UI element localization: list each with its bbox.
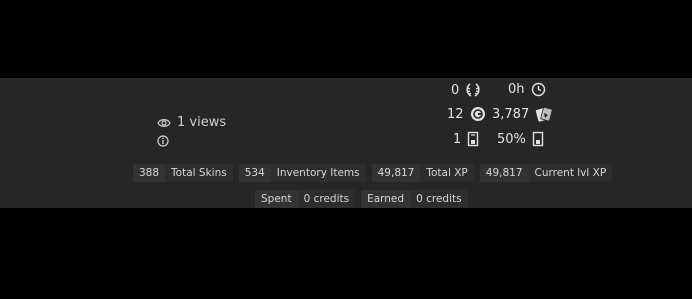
eye-icon <box>157 118 171 128</box>
total-xp-chip: 49,817 Total XP <box>371 164 474 182</box>
coin-icon <box>470 106 486 122</box>
spent-credits-chip: Spent 0 credits <box>255 190 356 208</box>
chip-value: 49,817 <box>371 164 421 182</box>
current-lvl-xp-chip: 49,817 Current lvl XP <box>479 164 613 182</box>
door-stat: 1 <box>453 131 479 147</box>
cards-icon <box>535 106 553 122</box>
chip-value: 49,817 <box>479 164 529 182</box>
info-icon[interactable] <box>157 135 169 147</box>
total-skins-chip: 388 Total Skins <box>133 164 233 182</box>
credits-chips: Spent 0 credits Earned 0 credits <box>255 190 468 208</box>
chip-value: 388 <box>133 164 166 182</box>
profile-stats-panel <box>0 78 692 208</box>
door-percent-stat: 50% <box>497 131 544 147</box>
door-percent-value: 50% <box>497 131 526 147</box>
chip-label: Inventory Items <box>270 164 366 182</box>
clock-icon <box>531 82 546 97</box>
chip-label: Earned <box>361 190 411 208</box>
door-icon <box>532 131 544 147</box>
chip-label: Total Skins <box>165 164 233 182</box>
chip-value: 534 <box>238 164 271 182</box>
chip-label: Total XP <box>420 164 474 182</box>
earned-credits-chip: Earned 0 credits <box>361 190 468 208</box>
laurel-icon <box>465 82 481 98</box>
chip-value: 0 credits <box>410 190 468 208</box>
door-value: 1 <box>453 131 462 147</box>
time-value: 0h <box>508 82 525 97</box>
laurel-value: 0 <box>451 82 460 98</box>
views-counter: 1 views <box>157 115 226 130</box>
coin-value: 12 <box>447 106 464 122</box>
chip-label: Spent <box>255 190 298 208</box>
summary-chips: 388 Total Skins 534 Inventory Items 49,8… <box>133 164 613 182</box>
chip-label: Current lvl XP <box>528 164 613 182</box>
laurel-stat: 0 <box>451 82 481 98</box>
door-icon <box>467 131 479 147</box>
time-stat: 0h <box>508 82 546 97</box>
cards-stat: 3,787 <box>492 106 553 122</box>
views-label: 1 views <box>177 115 227 130</box>
coin-stat: 12 <box>447 106 486 122</box>
chip-value: 0 credits <box>297 190 356 208</box>
inventory-items-chip: 534 Inventory Items <box>238 164 366 182</box>
cards-value: 3,787 <box>492 106 530 122</box>
